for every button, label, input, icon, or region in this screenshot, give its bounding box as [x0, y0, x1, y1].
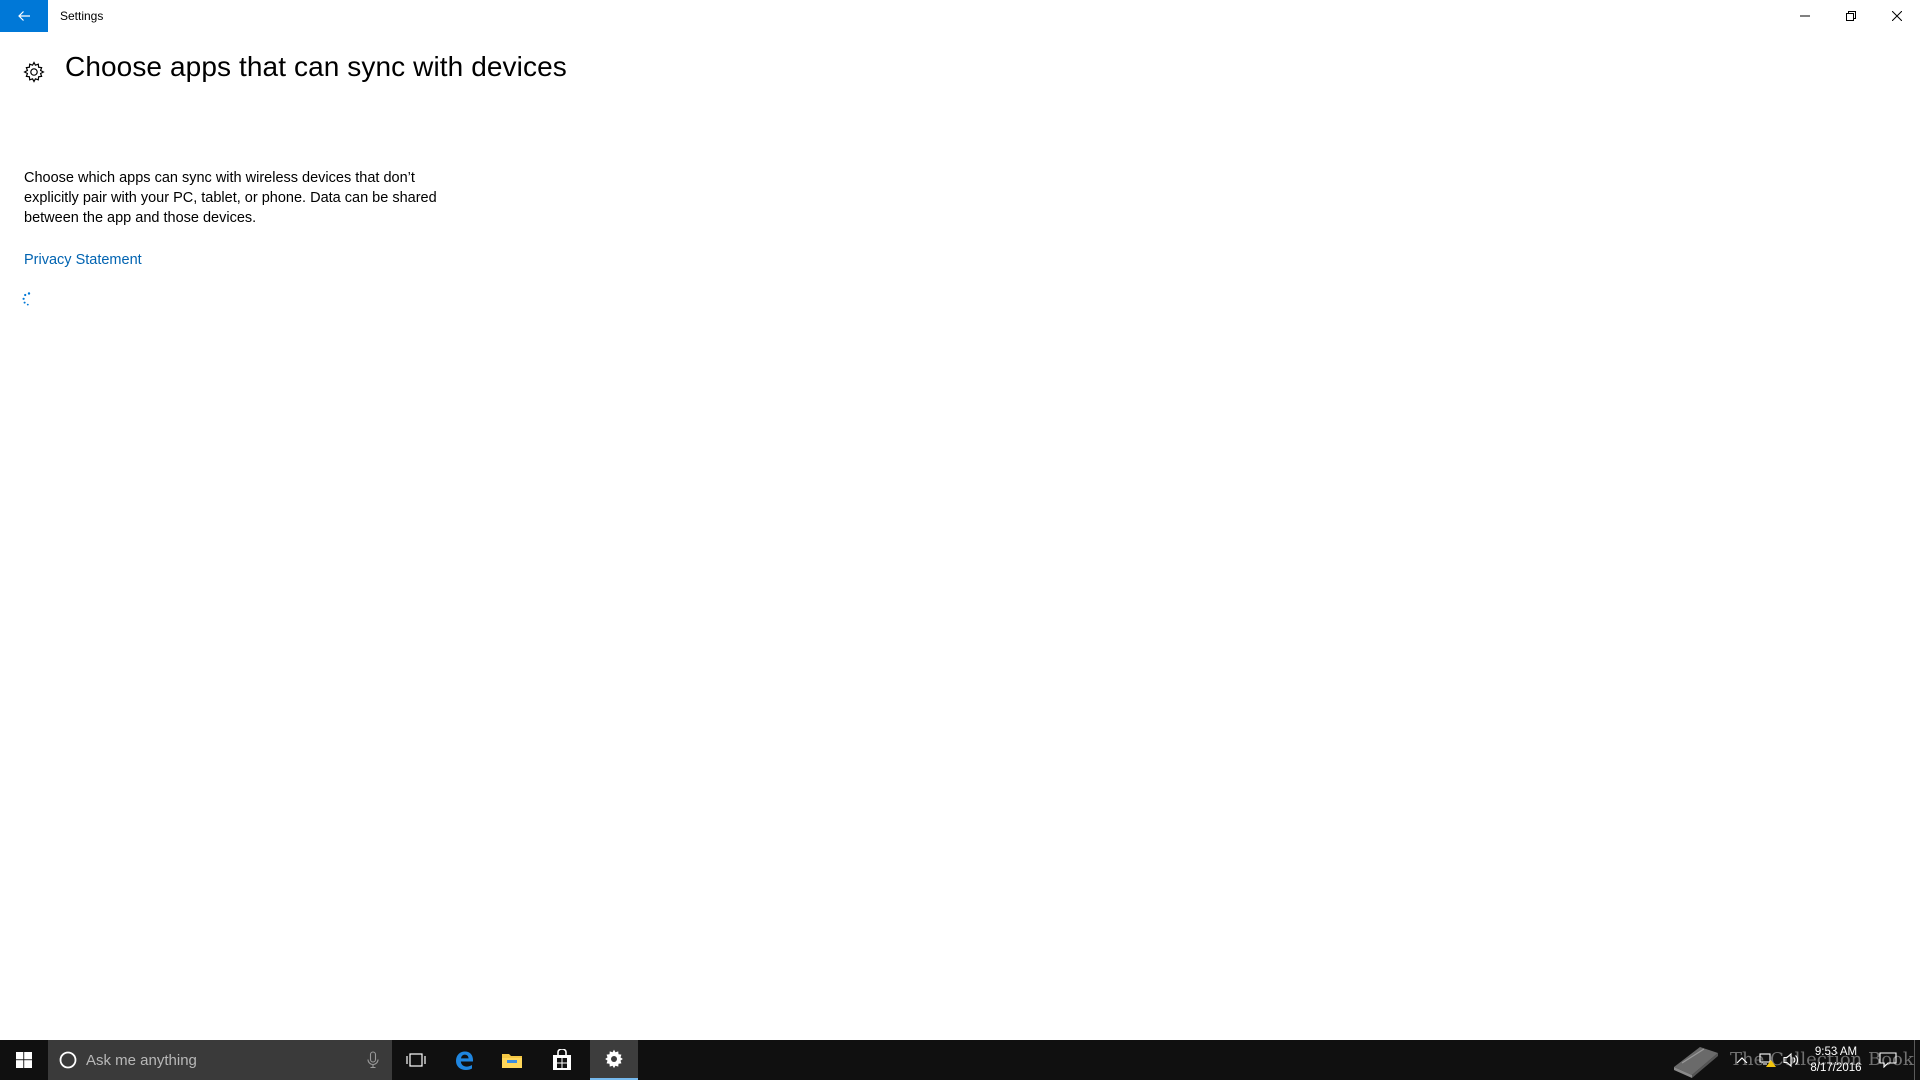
minimize-icon [1800, 15, 1810, 17]
windows-logo-icon [16, 1052, 32, 1068]
restore-button[interactable] [1828, 0, 1874, 32]
back-button[interactable] [0, 0, 48, 32]
clock-time: 9:53 AM [1814, 1046, 1858, 1058]
notification-icon [1879, 1052, 1897, 1068]
store-button[interactable] [538, 1040, 586, 1080]
task-view-button[interactable] [392, 1040, 440, 1080]
show-desktop-button[interactable] [1914, 1040, 1920, 1080]
show-hidden-icons-button[interactable] [1732, 1040, 1752, 1080]
page-title: Choose apps that can sync with devices [65, 51, 567, 82]
gear-icon [23, 61, 45, 83]
microphone-icon[interactable] [366, 1051, 380, 1069]
gear-icon [605, 1049, 623, 1069]
close-button[interactable] [1874, 0, 1920, 32]
settings-taskbar-button[interactable] [590, 1040, 638, 1080]
app-title: Settings [60, 9, 104, 23]
clock-date: 8/17/2016 [1810, 1062, 1862, 1074]
minimize-button[interactable] [1782, 0, 1828, 32]
task-view-icon [406, 1053, 426, 1067]
taskbar: Ask me anything [0, 1040, 1920, 1080]
network-warning-icon [1759, 1053, 1776, 1067]
page-description: Choose which apps can sync with wireless… [24, 170, 437, 226]
start-button[interactable] [0, 1040, 48, 1080]
taskbar-clock[interactable]: 9:53 AM 8/17/2016 [1806, 1040, 1866, 1080]
network-button[interactable] [1756, 1040, 1780, 1080]
volume-icon [1783, 1052, 1798, 1068]
volume-button[interactable] [1780, 1040, 1804, 1080]
store-bag-icon [553, 1049, 571, 1070]
loading-spinner-icon [22, 292, 31, 306]
close-icon [1892, 11, 1902, 21]
cortana-search-box[interactable]: Ask me anything [48, 1040, 392, 1080]
edge-button[interactable] [440, 1040, 488, 1080]
folder-icon [502, 1054, 522, 1068]
search-placeholder: Ask me anything [86, 1051, 197, 1069]
action-center-button[interactable] [1870, 1040, 1906, 1080]
cortana-icon [58, 1050, 78, 1070]
edge-icon [456, 1051, 473, 1070]
restore-icon [1846, 11, 1856, 21]
title-bar: Settings [0, 0, 1920, 32]
chevron-up-icon [1736, 1057, 1748, 1064]
back-arrow-icon [18, 11, 30, 21]
file-explorer-button[interactable] [488, 1040, 536, 1080]
privacy-statement-link[interactable]: Privacy Statement [24, 252, 142, 268]
